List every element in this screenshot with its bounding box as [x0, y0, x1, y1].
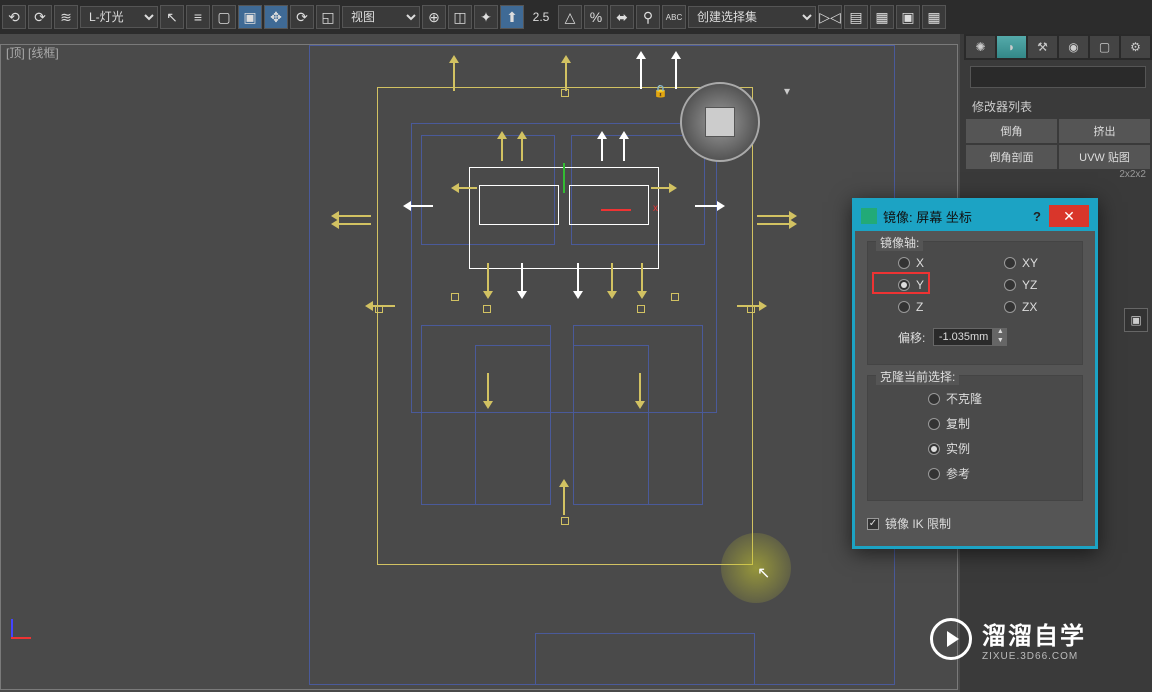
cursor-icon: ↖	[757, 563, 770, 583]
btn-chamfer[interactable]: 倒角	[966, 119, 1057, 143]
play-icon	[930, 618, 972, 660]
object-name-input[interactable]	[970, 66, 1146, 88]
radio-z[interactable]: Z	[878, 296, 944, 318]
group-clone: 克隆当前选择: 不克隆 复制 实例 参考	[867, 375, 1083, 501]
coord-select[interactable]: 视图	[342, 6, 420, 28]
tab-utilities[interactable]: ⚙	[1121, 36, 1150, 58]
tab-create[interactable]: ✺	[966, 36, 995, 58]
radio-noclone[interactable]: 不克隆	[878, 386, 1072, 411]
tab-display[interactable]: ▢	[1090, 36, 1119, 58]
unlink-icon[interactable]: ⟳	[28, 5, 52, 29]
crossing-select-icon[interactable]: ▣	[238, 5, 262, 29]
select-sub-icon[interactable]: ◫	[448, 5, 472, 29]
radio-reference[interactable]: 参考	[878, 461, 1072, 486]
viewport[interactable]: x	[0, 44, 958, 690]
viewport-area: [顶] [线框] x	[0, 34, 960, 692]
snap-toggle-icon[interactable]: ✦	[474, 5, 498, 29]
align-icon[interactable]: ▤	[844, 5, 868, 29]
modifier-list-label[interactable]: 修改器列表	[964, 94, 1152, 119]
dialog-title: 镜像: 屏幕 坐标	[883, 207, 972, 226]
dialog-close-button[interactable]: ✕	[1049, 205, 1089, 227]
graph-icon[interactable]: ▦	[922, 5, 946, 29]
watermark-url: ZIXUE.3D66.COM	[982, 651, 1086, 662]
grid-label: 2x2x2	[964, 169, 1152, 180]
checkbox-mirror-ik[interactable]: 镜像 IK 限制	[867, 511, 1083, 536]
keyframe-icon[interactable]: ⚲	[636, 5, 660, 29]
numeric-display: 2.5	[526, 10, 556, 24]
percent-snap-icon[interactable]: %	[584, 5, 608, 29]
wave-icon[interactable]: ≋	[54, 5, 78, 29]
offset-input[interactable]	[933, 328, 993, 346]
offset-spinner[interactable]: ▲ ▼	[933, 328, 1007, 346]
radio-zx[interactable]: ZX	[984, 296, 1058, 318]
cursor-icon[interactable]: ↖	[160, 5, 184, 29]
radio-copy[interactable]: 复制	[878, 411, 1072, 436]
group-mirror-axis: 镜像轴: X Y Z XY YZ ZX 偏移:	[867, 241, 1083, 365]
abc-icon[interactable]: ABC	[662, 5, 686, 29]
radio-instance[interactable]: 实例	[878, 436, 1072, 461]
offset-down-icon[interactable]: ▼	[993, 337, 1007, 346]
radio-y[interactable]: Y	[878, 274, 944, 296]
spinner-snap-icon[interactable]: ⬌	[610, 5, 634, 29]
axis-indicator	[11, 609, 41, 639]
viewcube-menu-icon[interactable]: ▾	[784, 84, 790, 98]
radio-yz[interactable]: YZ	[984, 274, 1058, 296]
filter-icon[interactable]: ≡	[186, 5, 210, 29]
tab-modify[interactable]: ◗	[997, 36, 1026, 58]
tab-hierarchy[interactable]: ⚒	[1028, 36, 1057, 58]
radio-x[interactable]: X	[878, 252, 944, 274]
mirror-icon[interactable]: ▷◁	[818, 5, 842, 29]
mirror-dialog: 镜像: 屏幕 坐标 ? ✕ 镜像轴: X Y Z XY YZ ZX	[852, 198, 1098, 549]
schematic-icon[interactable]: ▣	[896, 5, 920, 29]
btn-extrude[interactable]: 挤出	[1059, 119, 1150, 143]
angle-snap-icon[interactable]: △	[558, 5, 582, 29]
move-icon[interactable]: ✥	[264, 5, 288, 29]
radio-xy[interactable]: XY	[984, 252, 1058, 274]
layer-select[interactable]: L-灯光	[80, 6, 158, 28]
pivot-icon[interactable]: ⊕	[422, 5, 446, 29]
offset-label: 偏移:	[898, 329, 925, 346]
lock-icon[interactable]: 🔒	[653, 84, 668, 98]
rotate-icon[interactable]: ⟳	[290, 5, 314, 29]
scale-icon[interactable]: ◱	[316, 5, 340, 29]
dialog-help-button[interactable]: ?	[1025, 205, 1049, 227]
layers-icon[interactable]: ▦	[870, 5, 894, 29]
btn-chamfer-profile[interactable]: 倒角剖面	[966, 145, 1057, 169]
toggle-icon[interactable]: ▣	[1124, 308, 1148, 332]
watermark: 溜溜自学 ZIXUE.3D66.COM	[930, 616, 1086, 662]
selection-set[interactable]: 创建选择集	[688, 6, 816, 28]
window-select-icon[interactable]: ▢	[212, 5, 236, 29]
btn-uvw[interactable]: UVW 贴图	[1059, 145, 1150, 169]
offset-up-icon[interactable]: ▲	[993, 328, 1007, 337]
tab-motion[interactable]: ◉	[1059, 36, 1088, 58]
watermark-brand: 溜溜自学	[982, 616, 1086, 651]
viewcube[interactable]	[680, 82, 760, 162]
main-toolbar: ⟲ ⟳ ≋ L-灯光 ↖ ≡ ▢ ▣ ✥ ⟳ ◱ 视图 ⊕ ◫ ✦ ⬆ 2.5 …	[0, 0, 1152, 34]
axis-x-label: x	[653, 203, 658, 214]
link-icon[interactable]: ⟲	[2, 5, 26, 29]
upload-icon[interactable]: ⬆	[500, 5, 524, 29]
dialog-app-icon	[861, 208, 877, 224]
